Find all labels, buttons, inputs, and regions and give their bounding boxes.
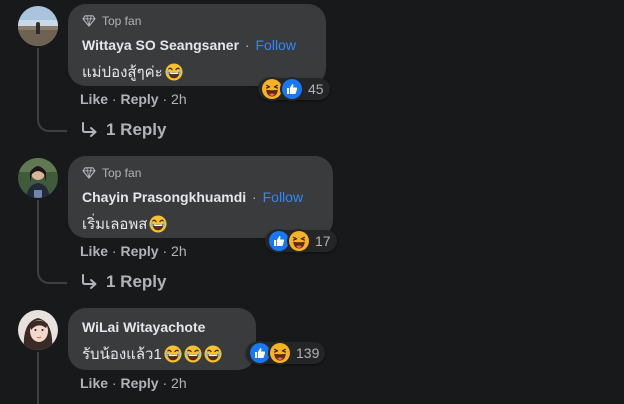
- laughing-emoji-icon: [165, 63, 183, 81]
- comment-text: รับน้องแล้ว1: [82, 346, 162, 363]
- diamond-icon: [82, 15, 96, 27]
- reactions-summary[interactable]: 139: [246, 341, 326, 365]
- comment-author[interactable]: WiLai Witayachote: [82, 319, 205, 335]
- laughing-emoji-icon: [149, 215, 167, 233]
- avatar[interactable]: [18, 6, 58, 46]
- laughing-emoji-icon: [204, 345, 222, 363]
- thread-line-3: [37, 352, 39, 404]
- reply-button[interactable]: Reply: [120, 375, 158, 391]
- replies-label: 1 Reply: [106, 120, 167, 139]
- comment-bubble: WiLai Witayachote รับน้องแล้ว1: [68, 308, 256, 370]
- reactions-count: 45: [308, 81, 324, 97]
- comment-bubble: Top fan Wittaya SO Seangsaner · Follow แ…: [68, 4, 326, 86]
- thread-connector-1: [37, 116, 67, 132]
- like-button[interactable]: Like: [80, 243, 108, 259]
- comment-text: เริ่มเลอพส: [82, 216, 148, 233]
- reactions-count: 139: [296, 345, 320, 361]
- separator: ·: [162, 91, 168, 107]
- separator: ·: [111, 375, 117, 391]
- follow-button[interactable]: Follow: [256, 37, 296, 53]
- comment-actions: Like · Reply · 2h: [80, 243, 187, 259]
- separator: ·: [162, 375, 168, 391]
- avatar[interactable]: [18, 158, 58, 198]
- separator: ·: [244, 37, 250, 53]
- comment-author[interactable]: Chayin Prasongkhuamdi: [82, 189, 246, 205]
- like-reaction-icon: [280, 77, 304, 101]
- timestamp[interactable]: 2h: [171, 375, 187, 391]
- separator: ·: [252, 189, 257, 205]
- top-fan-badge[interactable]: Top fan: [82, 166, 141, 180]
- laughing-emoji-icon: [164, 345, 182, 363]
- badge-label: Top fan: [102, 14, 142, 28]
- haha-reaction-icon: [287, 229, 311, 253]
- like-button[interactable]: Like: [80, 91, 108, 107]
- comment-author[interactable]: Wittaya SO Seangsaner: [82, 37, 239, 53]
- avatar[interactable]: [18, 310, 58, 350]
- comment-text: แม่ปองสู้ๆค่ะ: [82, 64, 163, 81]
- separator: ·: [162, 243, 168, 259]
- reply-button[interactable]: Reply: [120, 91, 158, 107]
- thread-connector-2: [37, 268, 67, 284]
- timestamp[interactable]: 2h: [171, 91, 187, 107]
- view-replies-button[interactable]: 1 Reply: [80, 272, 166, 292]
- reactions-summary[interactable]: 17: [265, 229, 337, 253]
- like-button[interactable]: Like: [80, 375, 108, 391]
- separator: ·: [111, 243, 117, 259]
- haha-reaction-icon: [268, 341, 292, 365]
- comment-actions: Like · Reply · 2h: [80, 375, 187, 391]
- top-fan-badge[interactable]: Top fan: [82, 14, 141, 28]
- laughing-emoji-icon: [184, 345, 202, 363]
- reply-arrow-icon: [80, 274, 98, 290]
- badge-label: Top fan: [102, 166, 142, 180]
- replies-label: 1 Reply: [106, 272, 167, 291]
- separator: ·: [111, 91, 117, 107]
- comment-bubble: Top fan Chayin Prasongkhuamdi · Follow เ…: [68, 156, 333, 238]
- comment-actions: Like · Reply · 2h: [80, 91, 187, 107]
- reply-button[interactable]: Reply: [120, 243, 158, 259]
- follow-button[interactable]: Follow: [263, 189, 303, 205]
- reactions-count: 17: [315, 233, 331, 249]
- thread-line-2: [37, 200, 39, 268]
- reply-arrow-icon: [80, 122, 98, 138]
- view-replies-button[interactable]: 1 Reply: [80, 120, 166, 140]
- timestamp[interactable]: 2h: [171, 243, 187, 259]
- thread-line-1: [37, 48, 39, 116]
- reactions-summary[interactable]: 45: [258, 77, 330, 101]
- diamond-icon: [82, 167, 96, 179]
